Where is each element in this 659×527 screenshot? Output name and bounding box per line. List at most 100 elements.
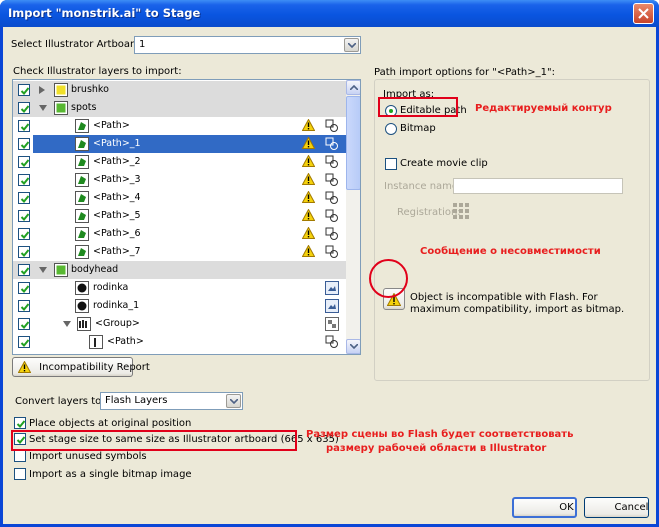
close-button[interactable] (633, 3, 654, 24)
scroll-thumb[interactable] (346, 96, 360, 190)
layer-checkbox[interactable] (18, 192, 30, 204)
option-label[interactable]: Place objects at original position (29, 418, 191, 429)
layer-name: rodinka_1 (93, 300, 140, 311)
layer-item-row[interactable]: <Path>_4 (13, 189, 346, 207)
title-bar[interactable]: Import "monstrik.ai" to Stage (0, 0, 659, 27)
expand-triangle-icon[interactable] (39, 105, 47, 112)
warning-icon (18, 361, 31, 373)
incompatibility-report-button[interactable]: Incompatibility Report (12, 357, 150, 377)
path-thumbnail-icon (75, 155, 89, 169)
instance-name-label: Instance name: (384, 181, 462, 192)
scroll-down-button[interactable] (346, 339, 360, 354)
option-label[interactable]: Import unused symbols (29, 451, 147, 462)
option-checkbox[interactable] (14, 450, 26, 462)
warning-icon-wrap (301, 118, 316, 134)
checkmark-icon (20, 141, 30, 149)
layer-name: <Path>_5 (93, 210, 141, 221)
layer-checkbox[interactable] (18, 102, 30, 114)
type-icon-wrap (325, 335, 339, 352)
layer-item-row[interactable]: <Path> (13, 333, 346, 351)
ok-label: OK (559, 502, 574, 513)
layer-checkbox[interactable] (18, 228, 30, 240)
layer-item-row[interactable]: <Path>_1 (13, 135, 346, 153)
shape-type-icon (325, 335, 338, 348)
type-icon-wrap (325, 119, 339, 136)
layer-folder-icon (54, 83, 68, 97)
layer-name: <Path> (93, 120, 130, 131)
path-thumbnail-icon (75, 209, 89, 223)
path-thumbnail-icon (75, 173, 89, 187)
bitmap-label[interactable]: Bitmap (400, 123, 436, 134)
warning-icon-wrap (301, 244, 316, 260)
layer-item-row[interactable]: <Path>_2 (13, 153, 346, 171)
layer-name: <Path>_4 (93, 192, 141, 203)
shape-type-icon (325, 155, 338, 168)
layer-row[interactable]: bodyhead (13, 261, 346, 279)
create-movie-clip-label[interactable]: Create movie clip (400, 158, 488, 169)
layer-checkbox[interactable] (18, 156, 30, 168)
layer-checkbox[interactable] (18, 264, 30, 276)
convert-layers-select[interactable]: Flash Layers (100, 392, 243, 410)
cancel-button[interactable]: Cancel (584, 497, 649, 518)
item-thumbnail-icon (75, 281, 89, 295)
annotation-incompat: Сообщение о несовместимости (420, 246, 601, 257)
close-icon (638, 8, 649, 19)
layer-checkbox[interactable] (18, 336, 30, 348)
artboard-dropdown-button[interactable] (344, 38, 359, 52)
layer-item-row[interactable]: <Path>_5 (13, 207, 346, 225)
create-movie-clip-checkbox[interactable] (385, 158, 397, 170)
scroll-up-button[interactable] (346, 80, 360, 95)
path-thumbnail-icon (75, 191, 89, 205)
layers-tree[interactable]: <Path> <Group> rodinka_1 rodinka bodyhead <Pa… (12, 79, 361, 355)
layer-name: <Path>_3 (93, 174, 141, 185)
ok-button[interactable]: OK (512, 497, 577, 518)
layer-item-row[interactable]: rodinka (13, 279, 346, 297)
warning-icon-wrap (301, 172, 316, 188)
bitmap-radio[interactable] (385, 123, 397, 135)
options-header: Path import options for "<Path>_1": (374, 67, 555, 78)
collapse-triangle-icon[interactable] (39, 86, 46, 94)
layer-item-row[interactable]: <Path>_6 (13, 225, 346, 243)
layer-name: <Group> (95, 318, 140, 329)
layer-checkbox[interactable] (18, 300, 30, 312)
layer-item-row[interactable]: <Path>_3 (13, 171, 346, 189)
stage-size-highlight (11, 430, 297, 451)
shape-type-icon (325, 191, 338, 204)
layer-checkbox[interactable] (18, 246, 30, 258)
layer-row[interactable]: brushko (13, 81, 346, 99)
layer-item-row[interactable]: <Group> (13, 315, 346, 333)
warning-icon (301, 172, 316, 185)
checkmark-icon (20, 159, 30, 167)
layer-row[interactable]: spots (13, 99, 346, 117)
warning-icon-wrap (301, 226, 316, 242)
layer-checkbox[interactable] (18, 138, 30, 150)
checkmark-icon (20, 339, 30, 347)
layer-checkbox[interactable] (18, 282, 30, 294)
layer-checkbox[interactable] (18, 84, 30, 96)
option-label[interactable]: Import as a single bitmap image (29, 469, 192, 480)
registration-grid-icon[interactable] (453, 203, 469, 222)
layer-checkbox[interactable] (18, 120, 30, 132)
layer-checkbox[interactable] (18, 210, 30, 222)
group-type-icon (325, 317, 339, 331)
option-checkbox[interactable] (14, 468, 26, 480)
layer-checkbox[interactable] (18, 174, 30, 186)
convert-dropdown-button[interactable] (226, 394, 241, 408)
layer-item-row[interactable]: <Path> (13, 117, 346, 135)
layers-scrollbar[interactable] (346, 80, 360, 354)
layer-item-row[interactable]: rodinka_1 (13, 297, 346, 315)
instance-name-input[interactable] (453, 178, 623, 194)
layer-name: <Path>_1 (93, 138, 141, 149)
path-options-panel: Import as: Editable path Bitmap Create m… (374, 79, 650, 381)
layer-checkbox[interactable] (18, 318, 30, 330)
expand-triangle-icon[interactable] (63, 321, 71, 328)
expand-triangle-icon[interactable] (39, 267, 47, 274)
warning-icon-wrap (301, 136, 316, 152)
chevron-up-icon (350, 85, 358, 90)
type-icon-wrap (325, 173, 339, 190)
layer-item-row[interactable]: <Path>_7 (13, 243, 346, 261)
dialog-body: Select Illustrator Artboard: 1 Check Ill… (3, 27, 656, 524)
checkmark-icon (20, 249, 30, 257)
option-checkbox[interactable] (14, 417, 26, 429)
artboard-select[interactable]: 1 (134, 36, 361, 54)
